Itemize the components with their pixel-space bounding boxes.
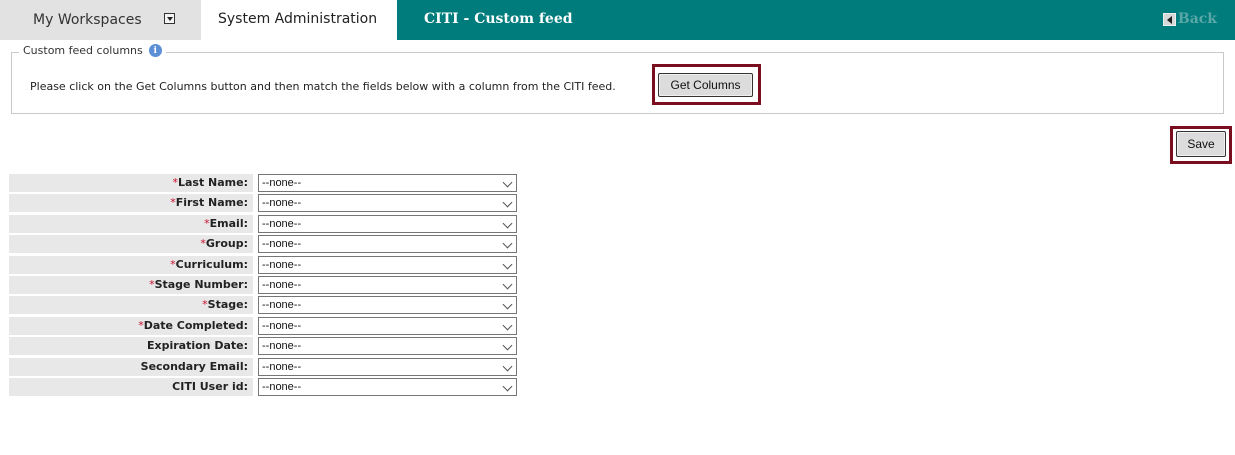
chevron-down-icon	[502, 218, 513, 229]
field-label-text: CITI User id:	[172, 380, 248, 393]
column-select-value: --none--	[262, 381, 302, 393]
column-select-value: --none--	[262, 319, 302, 332]
field-row: *Date Completed: --none--	[9, 316, 517, 335]
field-label: *Group:	[9, 235, 253, 254]
field-label: *Stage:	[9, 296, 253, 315]
field-row: *Last Name: --none--	[9, 174, 517, 192]
field-row: *Stage Number: --none--	[9, 276, 517, 294]
field-label-text: Stage:	[207, 298, 248, 312]
chevron-down-icon	[502, 381, 513, 392]
tab-system-administration[interactable]: System Administration	[201, 0, 397, 40]
info-icon[interactable]: i	[148, 44, 162, 57]
column-select-value: --none--	[262, 360, 302, 373]
field-label-text: Group:	[205, 237, 248, 251]
column-select-value: --none--	[262, 238, 302, 251]
column-select[interactable]: --none--	[258, 378, 517, 396]
field-row: CITI User id: --none--	[9, 378, 517, 396]
column-select-value: --none--	[262, 197, 302, 210]
top-tab-bar: My Workspaces System Administration CITI…	[0, 0, 1235, 40]
field-row: *First Name: --none--	[9, 194, 517, 213]
fieldset-legend: Custom feed columns i	[19, 44, 166, 57]
instruction-text: Please click on the Get Columns button a…	[30, 80, 616, 93]
field-label-text: Stage Number:	[154, 278, 248, 291]
chevron-down-icon	[502, 299, 513, 310]
back-arrow-icon	[1162, 12, 1176, 26]
field-label-text: First Name:	[175, 196, 248, 210]
tab-system-administration-label: System Administration	[218, 11, 378, 27]
chevron-down-icon	[502, 361, 513, 372]
field-label-text: Email:	[209, 216, 248, 230]
column-select[interactable]: --none--	[258, 214, 517, 233]
column-select[interactable]: --none--	[258, 296, 517, 315]
field-label: *First Name:	[9, 194, 253, 213]
chevron-down-icon	[502, 238, 513, 249]
chevron-down-icon	[502, 340, 513, 351]
field-label: *Email:	[9, 214, 253, 233]
back-button[interactable]: Back	[1162, 11, 1217, 27]
chevron-down-icon	[502, 197, 513, 208]
field-label: *Stage Number:	[9, 276, 253, 294]
column-select-value: --none--	[262, 279, 302, 291]
chevron-down-icon	[502, 177, 513, 188]
tab-my-workspaces-label: My Workspaces	[33, 12, 142, 28]
field-label: *Curriculum:	[9, 255, 253, 274]
field-row: *Group: --none--	[9, 235, 517, 254]
chevron-down-icon	[502, 279, 513, 290]
page-title: CITI - Custom feed	[424, 11, 573, 27]
dropdown-arrow-icon[interactable]	[164, 13, 175, 24]
column-select[interactable]: --none--	[258, 174, 517, 192]
chevron-down-icon	[502, 259, 513, 270]
field-label-text: Curriculum:	[175, 257, 248, 271]
fieldset-legend-label: Custom feed columns	[23, 44, 143, 57]
field-row: *Email: --none--	[9, 214, 517, 233]
field-label-text: Date Completed:	[143, 318, 248, 332]
column-select-value: --none--	[262, 340, 302, 353]
tab-citi-custom-feed: CITI - Custom feed Back	[397, 0, 1235, 40]
column-select-value: --none--	[262, 299, 302, 312]
field-label-text: Expiration Date:	[146, 339, 248, 353]
field-row: Secondary Email: --none--	[9, 357, 517, 376]
get-columns-button[interactable]: Get Columns	[658, 73, 753, 97]
tab-my-workspaces[interactable]: My Workspaces	[0, 0, 201, 40]
field-label: Expiration Date:	[9, 337, 253, 356]
column-select[interactable]: --none--	[258, 316, 517, 335]
column-select[interactable]: --none--	[258, 255, 517, 274]
field-row: Expiration Date: --none--	[9, 337, 517, 356]
field-label-text: Last Name:	[177, 176, 248, 189]
back-button-label: Back	[1177, 11, 1217, 27]
field-label: Secondary Email:	[9, 357, 253, 376]
field-row: *Stage: --none--	[9, 296, 517, 315]
field-label: *Last Name:	[9, 174, 253, 192]
save-button[interactable]: Save	[1176, 131, 1226, 157]
field-label: CITI User id:	[9, 378, 253, 396]
column-select-value: --none--	[262, 217, 302, 230]
column-select[interactable]: --none--	[258, 235, 517, 254]
column-select[interactable]: --none--	[258, 337, 517, 356]
column-select[interactable]: --none--	[258, 194, 517, 213]
column-select[interactable]: --none--	[258, 276, 517, 294]
field-row: *Curriculum: --none--	[9, 255, 517, 274]
column-select[interactable]: --none--	[258, 357, 517, 376]
field-label: *Date Completed:	[9, 316, 253, 335]
chevron-down-icon	[502, 320, 513, 331]
field-label-text: Secondary Email:	[140, 359, 248, 373]
column-select-value: --none--	[262, 177, 302, 189]
column-select-value: --none--	[262, 258, 302, 271]
